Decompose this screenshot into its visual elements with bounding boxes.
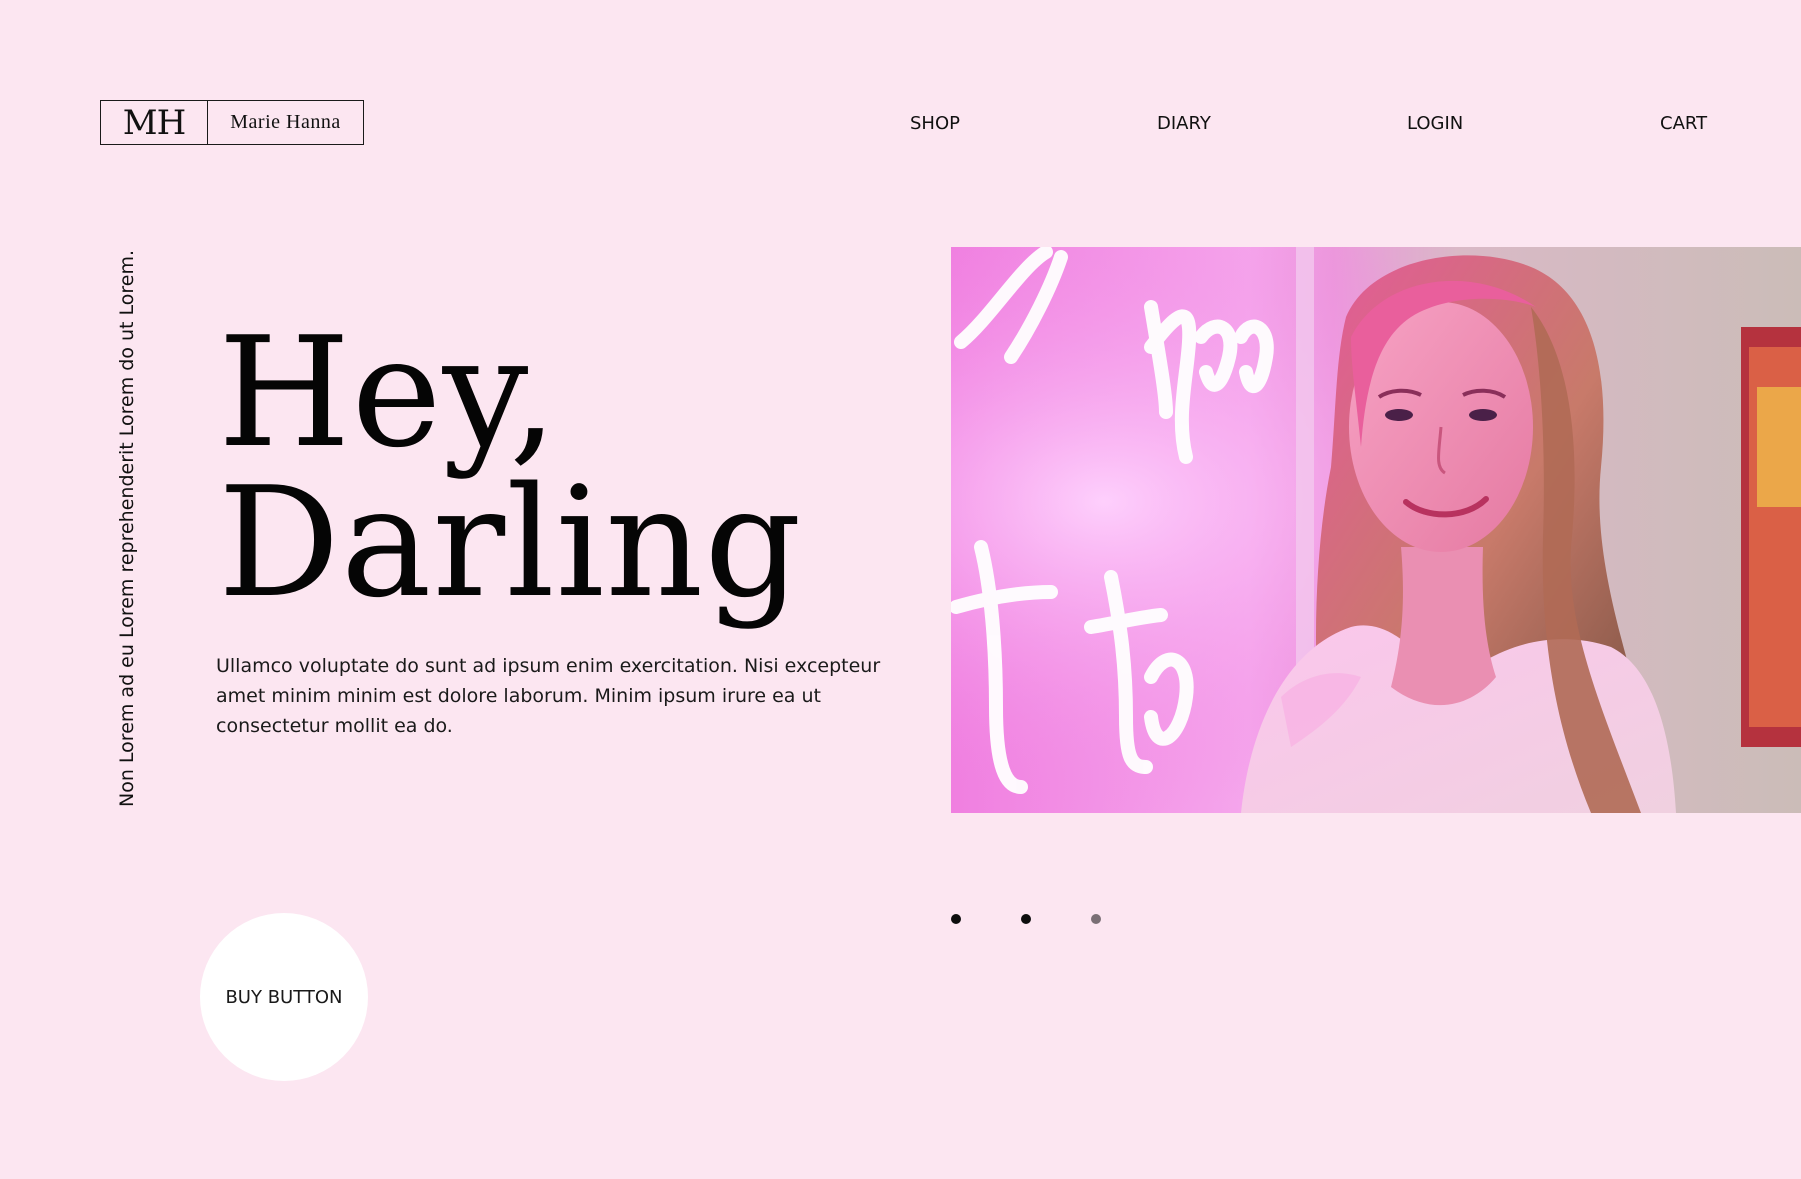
portrait-photo-icon [951, 247, 1801, 813]
logo-wordmark: Marie Hanna [230, 111, 341, 133]
hero-portrait-image [951, 247, 1801, 813]
nav-shop-link[interactable]: SHOP [910, 113, 960, 135]
hero-heading-line-2: Darling [218, 454, 803, 631]
vertical-side-text: Non Lorem ad eu Lorem reprehenderit Lore… [116, 249, 138, 807]
carousel-dot-1[interactable] [951, 914, 961, 924]
brand-logo[interactable]: MH Marie Hanna [100, 100, 364, 145]
nav-login-link[interactable]: LOGIN [1407, 113, 1463, 135]
hero-heading: Hey, Darling [218, 304, 803, 631]
nav-cart-link[interactable]: CART [1660, 113, 1707, 135]
hero-body-text: Ullamco voluptate do sunt ad ipsum enim … [216, 655, 881, 737]
carousel-dot-3-active[interactable] [1091, 914, 1101, 924]
logo-monogram: MH [101, 101, 208, 144]
carousel-dot-2[interactable] [1021, 914, 1031, 924]
buy-button[interactable]: BUY BUTTON [200, 913, 368, 1081]
nav-diary-link[interactable]: DIARY [1157, 113, 1211, 135]
hero-heading-line-1: Hey, [218, 304, 559, 481]
